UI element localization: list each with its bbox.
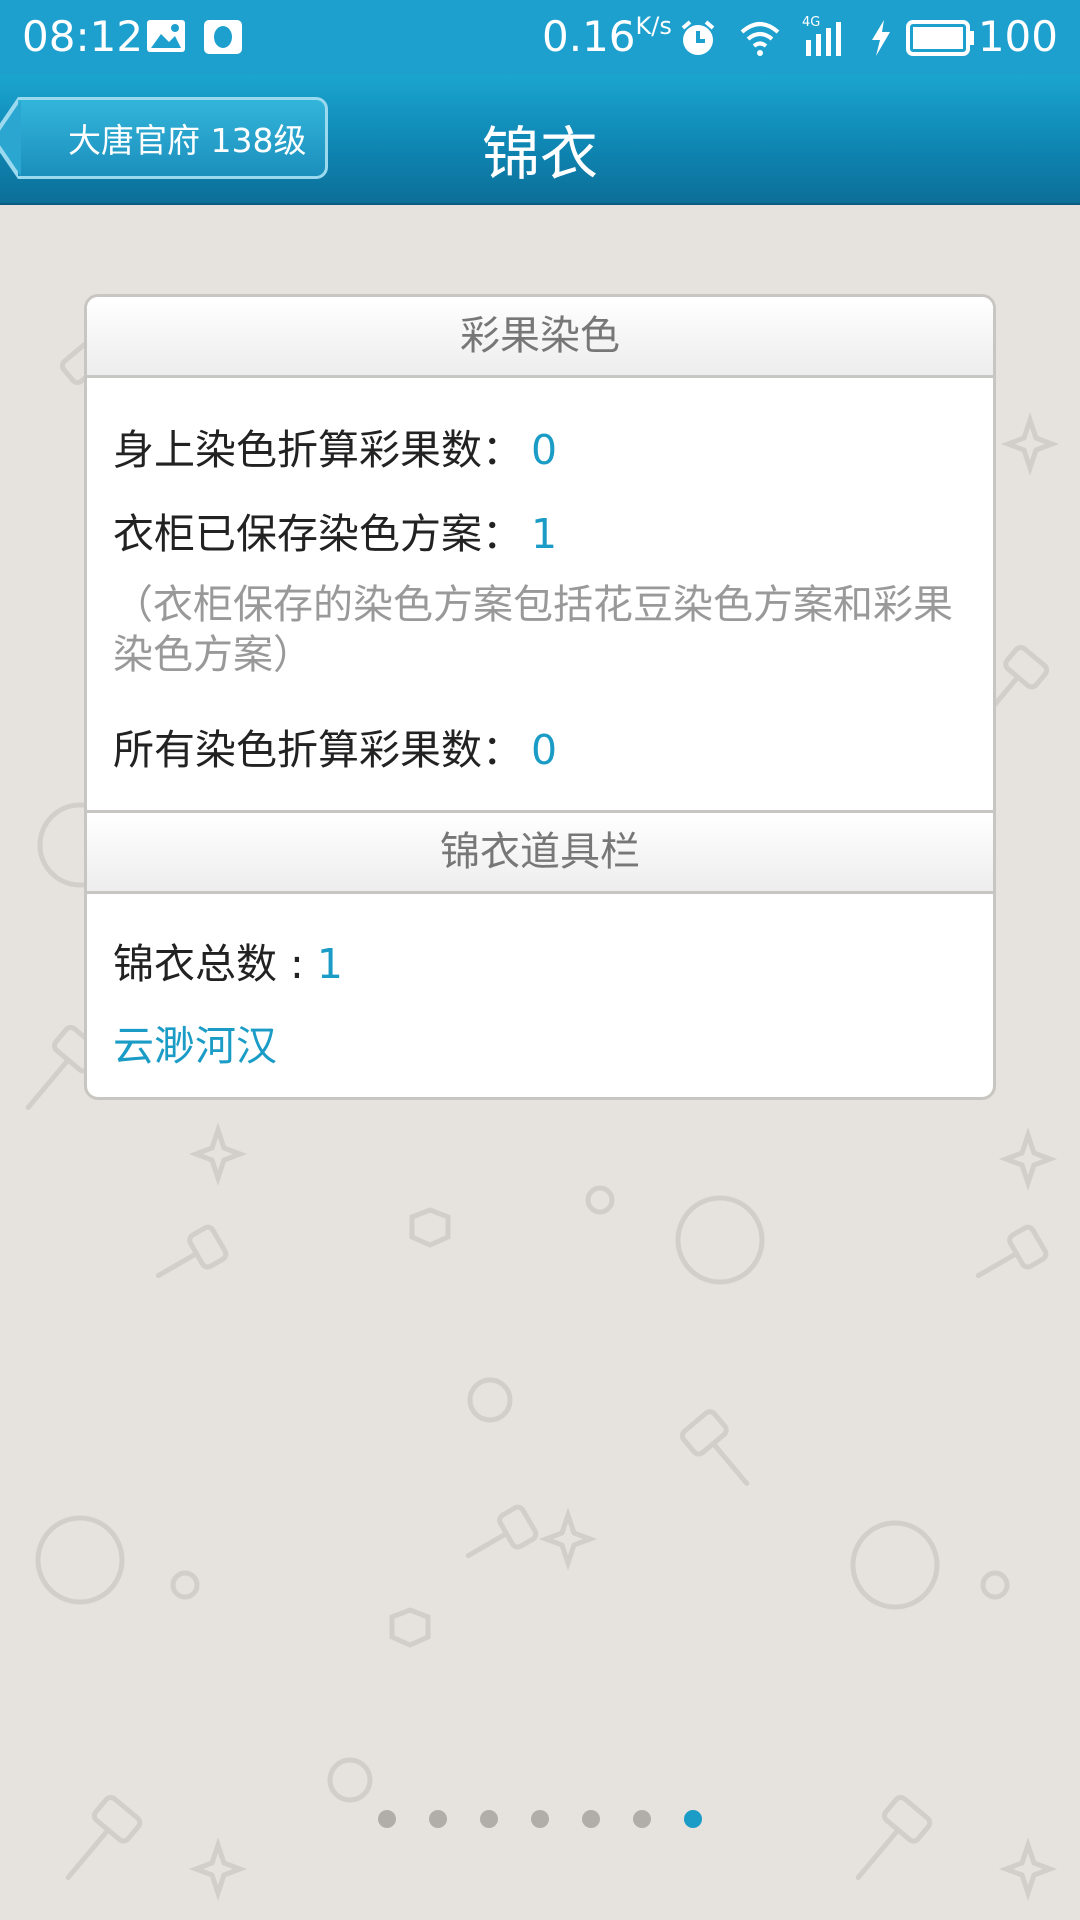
app-header: 大唐官府 138级 锦衣 [0, 75, 1080, 205]
body-dye-fruit-count-row: 身上染色折算彩果数： 0 [87, 416, 993, 474]
qq-icon [202, 18, 244, 60]
network-type: 4G [802, 15, 820, 30]
page-dot[interactable] [633, 1810, 651, 1828]
section-title-outfit-bar: 锦衣道具栏 [87, 810, 993, 894]
total-dye-fruit-count-value: 0 [531, 726, 558, 774]
battery-icon [906, 20, 976, 60]
page-dot[interactable] [429, 1810, 447, 1828]
back-button-label: 大唐官府 138级 [68, 121, 307, 160]
page-dot-active[interactable] [684, 1810, 702, 1828]
charging-icon [868, 18, 894, 62]
page-dot[interactable] [582, 1810, 600, 1828]
saved-dye-schemes-label: 衣柜已保存染色方案： [113, 510, 523, 558]
battery-level: 100 [977, 12, 1058, 61]
body-dye-fruit-count-value: 0 [531, 426, 558, 474]
total-dye-fruit-count-label: 所有染色折算彩果数： [113, 726, 523, 774]
net-speed-unit: K/s [635, 12, 672, 40]
alarm-icon [678, 18, 718, 62]
signal-icon: 4G [802, 14, 848, 62]
info-card: 彩果染色 身上染色折算彩果数： 0 衣柜已保存染色方案： 1 （衣柜保存的染色方案包… [84, 294, 996, 1100]
section-title-dye: 彩果染色 [87, 297, 993, 378]
page-indicator [0, 1810, 1080, 1828]
status-time: 08:12 [22, 12, 144, 61]
net-speed: 0.16 [542, 12, 636, 61]
page-dot[interactable] [531, 1810, 549, 1828]
saved-dye-schemes-row: 衣柜已保存染色方案： 1 [87, 500, 993, 558]
gallery-icon [145, 18, 187, 58]
dye-scheme-note: （衣柜保存的染色方案包括花豆染色方案和彩果染色方案） [113, 582, 953, 678]
page-dot[interactable] [378, 1810, 396, 1828]
status-bar: 08:12 0.16K/s 4G 100 [0, 0, 1080, 75]
page-dot[interactable] [480, 1810, 498, 1828]
wifi-icon [738, 18, 782, 62]
total-dye-fruit-count-row: 所有染色折算彩果数： 0 [87, 716, 993, 774]
body-dye-fruit-count-label: 身上染色折算彩果数： [113, 426, 523, 474]
outfit-item-link[interactable]: 云渺河汉 [87, 1012, 993, 1072]
saved-dye-schemes-value: 1 [531, 510, 558, 558]
outfit-total-label: 锦衣总数 : [113, 940, 317, 988]
outfit-total-row: 锦衣总数 : 1 [87, 930, 993, 988]
outfit-total-value: 1 [316, 940, 343, 988]
